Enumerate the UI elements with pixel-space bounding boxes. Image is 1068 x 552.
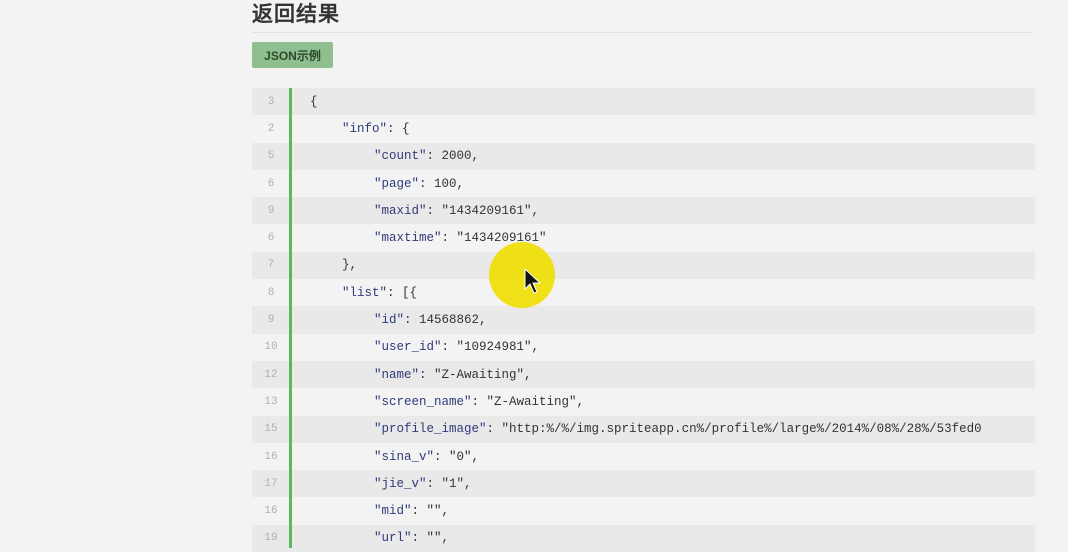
code-line: 19 "url": "", bbox=[252, 524, 1035, 552]
json-value: : "1434209161", bbox=[426, 203, 540, 218]
code-line: 16 "sina_v": "0", bbox=[252, 443, 1035, 470]
line-number: 3 bbox=[267, 95, 275, 108]
json-value: : "Z-Awaiting", bbox=[471, 394, 585, 409]
code-text: "screen_name": "Z-Awaiting", bbox=[374, 395, 584, 409]
json-value: : "", bbox=[411, 531, 450, 546]
line-number: 6 bbox=[267, 177, 275, 190]
line-number: 10 bbox=[264, 341, 278, 354]
json-key: "user_id" bbox=[374, 340, 442, 355]
json-value: }, bbox=[342, 258, 358, 273]
json-value: : 14568862, bbox=[404, 313, 487, 328]
json-value: : "Z-Awaiting", bbox=[419, 367, 532, 382]
line-number: 16 bbox=[264, 505, 278, 518]
code-text: "user_id": "10924981", bbox=[374, 340, 539, 354]
code-line: 15 "profile_image": "http:%/%/img.spritea… bbox=[252, 415, 1035, 443]
json-key: "maxtime" bbox=[374, 231, 442, 246]
code-line: 3{ bbox=[252, 88, 1035, 116]
line-number: 12 bbox=[264, 368, 278, 381]
cursor-highlight bbox=[489, 242, 555, 308]
json-key: "sina_v" bbox=[374, 449, 435, 464]
code-line: 13 "screen_name": "Z-Awaiting", bbox=[252, 388, 1035, 415]
code-line: 9 "id": 14568862, bbox=[252, 306, 1035, 334]
mouse-pointer-icon bbox=[524, 268, 542, 294]
json-value: : 2000, bbox=[426, 149, 480, 164]
json-key: "page" bbox=[374, 176, 420, 191]
json-code-block: 3{2 "info": {5 "count": 2000, 6 "page": 100,… bbox=[252, 88, 1035, 552]
code-text: "count": 2000, bbox=[374, 149, 479, 163]
json-value: : "1", bbox=[426, 476, 472, 491]
divider bbox=[252, 32, 1032, 33]
code-text: "list": [{ bbox=[342, 286, 417, 300]
code-line: 16 "mid": "", bbox=[252, 497, 1035, 524]
line-number: 13 bbox=[264, 395, 278, 408]
line-number: 17 bbox=[264, 477, 278, 490]
json-key: "info" bbox=[342, 121, 388, 136]
line-number: 5 bbox=[267, 150, 275, 163]
json-key: "profile_image" bbox=[374, 422, 487, 437]
code-line: 9 "maxid": "1434209161", bbox=[252, 197, 1035, 225]
json-value: : "http:%/%/img.spriteapp.cn%/profile%/l… bbox=[486, 422, 982, 437]
line-number: 9 bbox=[267, 204, 275, 217]
code-text: "url": "", bbox=[374, 531, 449, 545]
section-title: 返回结果 bbox=[252, 3, 340, 26]
code-text: "page": 100, bbox=[374, 177, 464, 191]
json-value: : "", bbox=[411, 504, 450, 519]
line-number: 15 bbox=[264, 423, 278, 436]
line-number: 8 bbox=[267, 286, 275, 299]
line-number: 9 bbox=[267, 314, 275, 327]
code-text: }, bbox=[342, 258, 357, 272]
code-text: "mid": "", bbox=[374, 504, 449, 518]
json-key: "count" bbox=[374, 149, 427, 164]
line-number: 16 bbox=[264, 450, 278, 463]
code-text: "name": "Z-Awaiting", bbox=[374, 368, 532, 382]
line-number: 7 bbox=[267, 259, 275, 272]
json-value: : "10924981", bbox=[441, 340, 540, 355]
code-text: "maxid": "1434209161", bbox=[374, 204, 539, 218]
json-key: "name" bbox=[374, 367, 420, 382]
json-value: : [{ bbox=[387, 285, 418, 300]
code-line: 2 "info": { bbox=[252, 115, 1035, 142]
code-line: 5 "count": 2000, bbox=[252, 142, 1035, 170]
code-text: "profile_image": "http:%/%/img.spriteapp… bbox=[374, 422, 982, 436]
json-key: "url" bbox=[374, 531, 412, 546]
code-text: "id": 14568862, bbox=[374, 313, 487, 327]
code-line: 6 "maxtime": "1434209161" bbox=[252, 224, 1035, 251]
code-text: "info": { bbox=[342, 122, 410, 136]
line-number: 19 bbox=[264, 532, 278, 545]
json-value: : { bbox=[387, 121, 410, 136]
code-line: 12 "name": "Z-Awaiting", bbox=[252, 360, 1035, 389]
code-line: 8 "list": [{ bbox=[252, 279, 1035, 306]
json-value: { bbox=[310, 94, 318, 109]
json-key: "list" bbox=[342, 285, 388, 300]
json-key: "maxid" bbox=[374, 203, 427, 218]
code-line: 10 "user_id": "10924981", bbox=[252, 334, 1035, 361]
json-key: "jie_v" bbox=[374, 476, 427, 491]
code-line: 7}, bbox=[252, 251, 1035, 280]
json-value: : "0", bbox=[434, 449, 480, 464]
json-value: : 100, bbox=[419, 176, 465, 191]
json-key: "id" bbox=[374, 313, 405, 328]
line-number: 2 bbox=[267, 122, 275, 135]
json-example-tab[interactable]: JSON示例 bbox=[252, 42, 333, 68]
json-key: "mid" bbox=[374, 504, 412, 519]
json-key: "screen_name" bbox=[374, 394, 472, 409]
code-text: "sina_v": "0", bbox=[374, 450, 479, 464]
code-gutter-bar bbox=[289, 88, 292, 548]
code-line: 17 "jie_v": "1", bbox=[252, 470, 1035, 498]
code-text: "jie_v": "1", bbox=[374, 477, 472, 491]
code-text: { bbox=[310, 95, 318, 109]
line-number: 6 bbox=[267, 232, 275, 245]
code-line: 6 "page": 100, bbox=[252, 170, 1035, 197]
